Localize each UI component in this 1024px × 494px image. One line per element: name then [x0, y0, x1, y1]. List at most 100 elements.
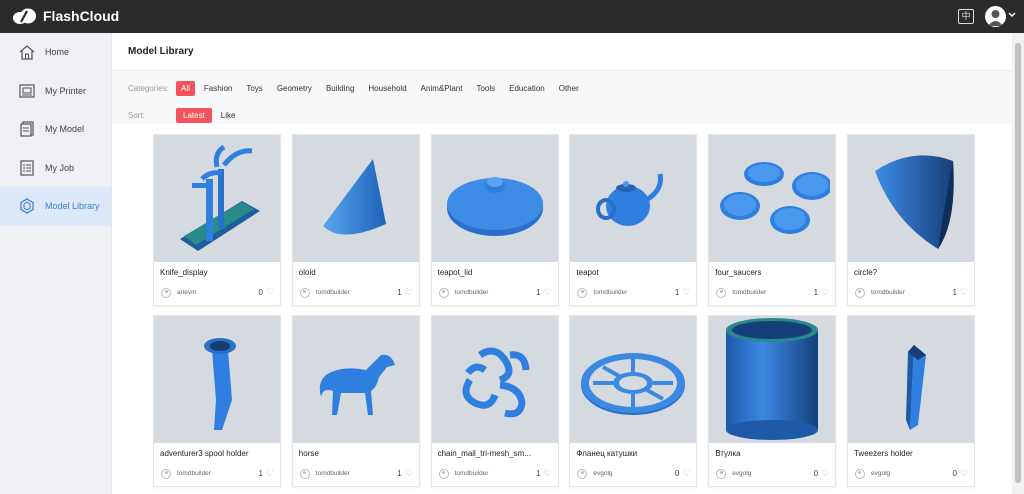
like-count: 1 — [397, 469, 402, 478]
model-author[interactable]: tomdbuilder — [455, 470, 536, 477]
heart-icon[interactable]: ♡ — [682, 468, 690, 479]
heart-icon[interactable]: ♡ — [266, 468, 274, 479]
model-meta: tomdbuilder 1 ♡ — [293, 281, 419, 298]
sidebar-item-model-library[interactable]: Model Library — [0, 187, 111, 226]
model-title[interactable]: Tweezers holder — [848, 443, 968, 462]
oloid-thumb[interactable] — [292, 135, 419, 262]
teapot-thumb[interactable] — [570, 135, 697, 262]
heart-icon[interactable]: ♡ — [405, 287, 413, 298]
model-title[interactable]: teapot_lid — [432, 262, 552, 281]
user-icon — [438, 468, 449, 479]
heart-icon[interactable]: ♡ — [960, 287, 968, 298]
page-header: Model Library — [112, 33, 1012, 71]
model-meta: tomdbuilder 1 ♡ — [848, 281, 974, 298]
horse-thumb[interactable] — [292, 316, 419, 443]
heart-icon[interactable]: ♡ — [544, 287, 552, 298]
heart-icon[interactable]: ♡ — [960, 468, 968, 479]
model-card[interactable]: oloid tomdbuilder 1 ♡ — [291, 134, 420, 306]
model-card[interactable]: teapot_lid tomdbuilder 1 ♡ — [430, 134, 559, 306]
model-title[interactable]: teapot — [570, 262, 690, 281]
sort-chip-like[interactable]: Like — [216, 108, 241, 123]
teapot-lid-thumb[interactable] — [431, 135, 558, 262]
like-count: 1 — [397, 288, 402, 297]
model-author[interactable]: tomdbuilder — [871, 289, 952, 296]
model-card[interactable]: Tweezers holder evgolg 0 ♡ — [846, 315, 975, 487]
user-icon — [577, 287, 588, 298]
category-chip-all[interactable]: All — [176, 80, 195, 96]
heart-icon[interactable]: ♡ — [544, 468, 552, 479]
category-chip-building[interactable]: Building — [321, 81, 359, 96]
sort-filter-row: Sort: Latest Like — [128, 106, 1012, 124]
model-author[interactable]: evgolg — [732, 470, 813, 477]
model-card[interactable]: teapot tomdbuilder 1 ♡ — [569, 134, 698, 306]
sort-chip-latest[interactable]: Latest — [176, 107, 212, 123]
library-icon — [18, 198, 35, 215]
model-card[interactable]: adventurer3 spool holder tomdbuilder 1 ♡ — [153, 315, 281, 487]
model-title[interactable]: Втулка — [709, 443, 829, 462]
category-chip-other[interactable]: Other — [554, 81, 584, 96]
model-title[interactable]: Knife_display — [154, 262, 274, 281]
circle-thumb[interactable] — [847, 135, 974, 262]
category-chip-toys[interactable]: Toys — [241, 81, 267, 96]
model-author[interactable]: tomdbuilder — [455, 289, 536, 296]
language-switch-button[interactable]: 中 — [958, 9, 974, 24]
model-card[interactable]: four_saucers tomdbuilder 1 ♡ — [708, 134, 837, 306]
model-author[interactable]: evgolg — [871, 470, 952, 477]
heart-icon[interactable]: ♡ — [266, 287, 274, 298]
user-icon — [577, 468, 588, 479]
knife-display-thumb[interactable] — [154, 135, 280, 262]
page-scrollbar[interactable] — [1012, 33, 1024, 494]
heart-icon[interactable]: ♡ — [405, 468, 413, 479]
main-content: Model Library Categories: All Fashion To… — [112, 33, 1012, 494]
heart-icon[interactable]: ♡ — [821, 468, 829, 479]
model-author[interactable]: tomdbuilder — [732, 289, 813, 296]
model-card[interactable]: Knife_display arievm 0 ♡ — [153, 134, 281, 306]
avatar[interactable] — [985, 6, 1006, 27]
saucers-thumb[interactable] — [709, 135, 836, 262]
model-title[interactable]: chain_mail_tri-mesh_sm... — [432, 443, 552, 462]
model-title[interactable]: oloid — [293, 262, 413, 281]
category-chip-education[interactable]: Education — [504, 81, 550, 96]
category-chip-fashion[interactable]: Fashion — [199, 81, 237, 96]
category-chip-geometry[interactable]: Geometry — [272, 81, 317, 96]
model-author[interactable]: tomdbuilder — [316, 470, 397, 477]
model-author[interactable]: tomdbuilder — [593, 289, 674, 296]
model-author[interactable]: tomdbuilder — [316, 289, 397, 296]
chevron-down-icon[interactable] — [1008, 12, 1016, 18]
sidebar-item-home[interactable]: Home — [0, 33, 111, 72]
model-author[interactable]: evgolg — [593, 470, 674, 477]
spool-holder-thumb[interactable] — [154, 316, 280, 443]
model-card[interactable]: Фланец катушки evgolg 0 ♡ — [569, 315, 698, 487]
model-card[interactable]: circle? tomdbuilder 1 ♡ — [846, 134, 975, 306]
model-card[interactable]: chain_mail_tri-mesh_sm... tomdbuilder 1 … — [430, 315, 559, 487]
model-author[interactable]: tomdbuilder — [177, 470, 258, 477]
model-author[interactable]: arievm — [177, 289, 258, 296]
sleeve-thumb[interactable] — [709, 316, 836, 443]
category-chip-household[interactable]: Household — [363, 81, 411, 96]
chain-mail-thumb[interactable] — [431, 316, 558, 443]
heart-icon[interactable]: ♡ — [821, 287, 829, 298]
scrollbar-thumb[interactable] — [1015, 43, 1021, 483]
model-card[interactable]: horse tomdbuilder 1 ♡ — [291, 315, 420, 487]
model-card[interactable]: Втулка evgolg 0 ♡ — [708, 315, 837, 487]
sidebar-item-my-model[interactable]: My Model — [0, 110, 111, 149]
model-title[interactable]: circle? — [848, 262, 968, 281]
category-chip-anim-plant[interactable]: Anim&Plant — [416, 81, 468, 96]
model-title[interactable]: adventurer3 spool holder — [154, 443, 274, 462]
model-title[interactable]: horse — [293, 443, 413, 462]
like-count: 1 — [536, 288, 541, 297]
sidebar-item-my-job[interactable]: My Job — [0, 149, 111, 188]
flange-thumb[interactable] — [570, 316, 697, 443]
model-title[interactable]: Фланец катушки — [570, 443, 690, 462]
model-title[interactable]: four_saucers — [709, 262, 829, 281]
app-logo[interactable]: FlashCloud — [11, 7, 119, 25]
user-icon — [299, 287, 310, 298]
category-chip-tools[interactable]: Tools — [471, 81, 500, 96]
tweezers-thumb[interactable] — [847, 316, 974, 443]
sidebar: Home My Printer My Model My Job Model Li… — [0, 33, 112, 494]
heart-icon[interactable]: ♡ — [682, 287, 690, 298]
like-count: 0 — [952, 469, 957, 478]
like-count: 1 — [536, 469, 541, 478]
like-count: 0 — [813, 469, 819, 478]
sidebar-item-my-printer[interactable]: My Printer — [0, 72, 111, 111]
